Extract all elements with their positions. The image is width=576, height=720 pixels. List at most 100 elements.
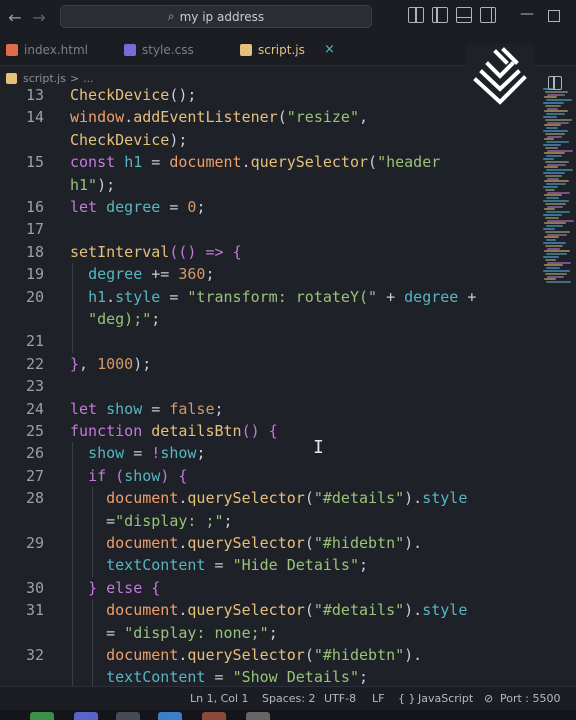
indent-guide <box>72 263 73 353</box>
minimap-line <box>547 149 573 152</box>
minimap-line <box>546 239 556 242</box>
minimize-icon[interactable]: — <box>520 6 534 22</box>
minimap-line <box>545 244 563 247</box>
tab-style-css[interactable]: style.css <box>124 34 194 66</box>
status-bar: Ln 1, Col 1 Spaces: 2 UTF-8 LF { } JavaS… <box>0 686 576 710</box>
minimap-line <box>546 197 559 200</box>
line-number: 21 <box>25 332 44 351</box>
taskbar-app-icon[interactable] <box>74 712 98 720</box>
minimap-line <box>543 116 557 118</box>
toggle-primary-sidebar-icon[interactable] <box>432 7 448 23</box>
taskbar-app-icon[interactable] <box>158 712 182 720</box>
minimap-line <box>545 258 556 261</box>
code-text: document.querySelector("#details").style <box>106 489 468 508</box>
minimap-line <box>546 113 565 116</box>
line-number: 19 <box>25 265 44 284</box>
taskbar-app-icon[interactable] <box>30 712 54 720</box>
toggle-panel-icon[interactable] <box>456 7 472 23</box>
line-number: 18 <box>25 242 44 261</box>
line-number: 17 <box>25 220 44 239</box>
minimap-line <box>544 264 563 267</box>
code-text: h1"); <box>70 175 116 194</box>
code-text: = "display: none;"; <box>106 623 278 642</box>
taskbar-app-icon[interactable] <box>202 712 226 720</box>
minimap-line <box>543 144 561 146</box>
breadcrumb-file[interactable]: script.js <box>23 72 66 85</box>
search-icon: ⌕ <box>167 9 175 23</box>
code-text: setInterval(() => { <box>70 242 242 261</box>
tab-label: script.js <box>258 43 305 57</box>
code-text: CheckDevice); <box>70 130 188 149</box>
indentation[interactable]: Spaces: 2 <box>262 692 315 705</box>
language-mode[interactable]: JavaScript <box>418 692 473 705</box>
line-number: 20 <box>25 287 44 306</box>
tab-label: index.html <box>24 43 88 57</box>
cursor-position[interactable]: Ln 1, Col 1 <box>190 692 249 705</box>
close-tab-icon[interactable]: × <box>324 42 335 57</box>
minimap-line <box>546 141 569 144</box>
line-number: 14 <box>25 108 44 127</box>
code-text: h1.style = "transform: rotateY(" + degre… <box>88 287 477 306</box>
minimap-line <box>546 281 571 284</box>
code-text: window.addEventListener("resize", <box>70 108 369 127</box>
minimap-line <box>546 253 567 256</box>
toggle-secondary-sidebar-icon[interactable] <box>480 7 496 23</box>
minimap-line <box>544 236 559 239</box>
live-server-port[interactable]: Port : 5500 <box>500 692 561 705</box>
minimap-line <box>543 242 566 244</box>
line-number: 13 <box>25 86 44 104</box>
minimap-line <box>547 135 562 138</box>
minimap-line <box>545 188 555 191</box>
minimap-line <box>546 169 573 172</box>
minimap-line <box>546 183 566 186</box>
code-text: show = !show; <box>88 444 206 463</box>
indent-guide <box>92 487 93 577</box>
customize-layout-icon[interactable] <box>408 7 424 23</box>
minimap-line <box>547 275 564 278</box>
line-number: 29 <box>25 534 44 552</box>
minimap-line <box>543 102 564 104</box>
minimap-line <box>547 219 574 222</box>
minimap-line <box>545 90 568 93</box>
layout-controls <box>408 7 496 23</box>
taskbar-app-icon[interactable] <box>116 712 140 720</box>
command-center-search[interactable]: ⌕ my ip address <box>60 5 372 28</box>
line-number: 27 <box>25 466 44 485</box>
minimap-line <box>545 146 558 149</box>
line-number: 16 <box>25 198 44 216</box>
minimap-line <box>543 270 570 272</box>
breadcrumb-more[interactable]: ... <box>83 72 94 85</box>
minimap-line <box>546 225 563 228</box>
line-number: 26 <box>25 444 44 463</box>
code-text: textContent = "Hide Details"; <box>106 556 369 575</box>
minimap-line <box>543 130 568 132</box>
code-text: let degree = 0; <box>70 198 206 216</box>
forward-arrow-icon[interactable]: → <box>28 6 50 28</box>
line-number: 25 <box>25 422 44 440</box>
minimap-line <box>544 124 561 127</box>
code-text: function detailsBtn() { <box>70 422 278 440</box>
back-arrow-icon[interactable]: ← <box>4 6 26 28</box>
taskbar-app-icon[interactable] <box>246 712 270 720</box>
minimap-line <box>544 110 568 113</box>
end-of-line[interactable]: LF <box>372 692 384 705</box>
minimap[interactable] <box>543 88 574 288</box>
minimap-line <box>547 121 569 124</box>
minimap-line <box>545 230 570 233</box>
tab-index-html[interactable]: index.html <box>6 34 88 66</box>
line-number: 23 <box>25 377 44 396</box>
minimap-line <box>543 88 553 90</box>
code-text: degree += 360; <box>88 265 215 284</box>
line-number: 28 <box>25 489 44 508</box>
minimap-line <box>547 163 566 166</box>
tab-script-js[interactable]: script.js <box>240 34 305 66</box>
minimap-line <box>544 138 554 141</box>
encoding[interactable]: UTF-8 <box>324 692 356 705</box>
code-text: "deg);"; <box>88 310 161 328</box>
minimap-line <box>544 194 562 197</box>
language-braces-icon: { } <box>398 692 416 705</box>
minimap-line <box>544 166 558 169</box>
line-number: 30 <box>25 578 44 597</box>
maximize-icon[interactable] <box>548 10 560 22</box>
minimap-line <box>546 127 558 130</box>
